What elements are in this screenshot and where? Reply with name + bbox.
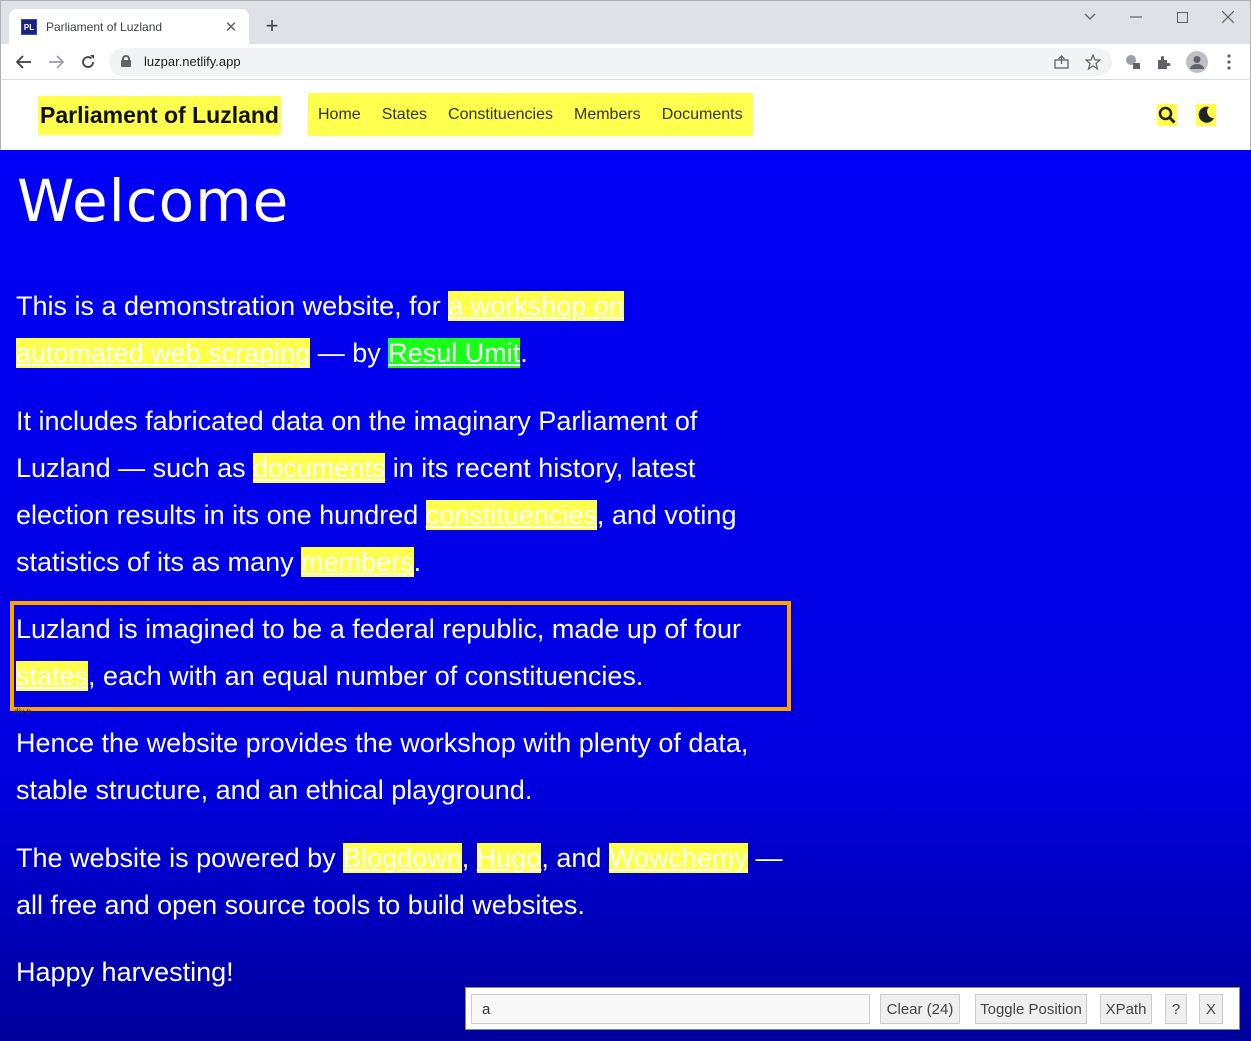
url-text: luzpar.netlify.app (144, 54, 241, 69)
period-text: . (520, 338, 528, 368)
nav-states[interactable]: States (382, 106, 427, 124)
data-paragraph: It includes fabricated data on the imagi… (16, 398, 791, 586)
wowchemy-link[interactable]: Wowchemy (608, 843, 748, 873)
maximize-window-icon[interactable] (1159, 5, 1205, 29)
share-icon[interactable] (1051, 52, 1071, 72)
address-bar[interactable]: luzpar.netlify.app (109, 48, 1112, 76)
intro-paragraph: This is a demonstration website, for a w… (16, 283, 791, 377)
nav-documents[interactable]: Documents (662, 106, 743, 124)
federal-text-2: , each with an equal number of constitue… (88, 661, 644, 691)
federal-text-1: Luzland is imagined to be a federal repu… (16, 614, 741, 644)
selector-gadget-extension-icon[interactable] (1122, 51, 1144, 73)
author-link[interactable]: Resul Umit (388, 338, 521, 368)
new-tab-button[interactable]: + (259, 13, 285, 39)
browser-tab[interactable]: PL Parliament of Luzland ✕ (9, 9, 249, 45)
purpose-paragraph: Hence the website provides the workshop … (16, 728, 749, 805)
minimize-window-icon[interactable] (1113, 5, 1159, 29)
data-text-4: . (413, 547, 422, 577)
site-favicon-icon: PL (21, 19, 37, 35)
clear-button[interactable]: Clear (24) (880, 994, 960, 1024)
main-content: Welcome This is a demonstration website,… (0, 150, 1251, 1041)
search-icon[interactable] (1157, 104, 1177, 126)
documents-link[interactable]: documents (253, 453, 386, 483)
tools-paragraph: The website is powered by Blogdown, Hugo… (16, 835, 791, 929)
page-title: Welcome (17, 167, 290, 235)
tab-search-icon[interactable] (1067, 5, 1113, 29)
site-header: Parliament of Luzland Home States Consti… (0, 80, 1251, 150)
hugo-link[interactable]: Hugo (476, 843, 542, 873)
toggle-position-button[interactable]: Toggle Position (975, 994, 1087, 1024)
xpath-button[interactable]: XPath (1100, 994, 1152, 1024)
nav-members[interactable]: Members (574, 106, 641, 124)
tools-text-3: , and (541, 843, 609, 873)
forward-icon[interactable] (43, 49, 69, 75)
browser-tab-strip: PL Parliament of Luzland ✕ + (0, 0, 1251, 45)
bookmark-star-icon[interactable] (1083, 52, 1103, 72)
selector-highlight-label: div p (14, 707, 31, 716)
browser-toolbar: luzpar.netlify.app (0, 44, 1251, 80)
federal-paragraph: Luzland is imagined to be a federal repu… (16, 606, 791, 700)
profile-avatar-icon[interactable] (1186, 51, 1208, 73)
workshop-link[interactable]: a workshop on (448, 291, 624, 321)
members-link[interactable]: members (301, 547, 414, 577)
tools-text-2: , (461, 843, 477, 873)
intro-text: This is a demonstration website, for (16, 291, 449, 321)
blogdown-link[interactable]: Blogdown (343, 843, 462, 873)
help-button[interactable]: ? (1165, 994, 1187, 1024)
extensions-puzzle-icon[interactable] (1153, 51, 1175, 73)
dark-mode-moon-icon[interactable] (1196, 104, 1216, 126)
lock-icon (121, 55, 131, 67)
browser-menu-icon[interactable] (1218, 51, 1240, 73)
close-window-icon[interactable] (1205, 5, 1251, 29)
constituencies-link[interactable]: constituencies (425, 500, 597, 530)
css-selector-input[interactable] (471, 994, 870, 1024)
site-brand-link[interactable]: Parliament of Luzland (38, 96, 281, 135)
tools-text-1: The website is powered by (16, 843, 344, 873)
nav-constituencies[interactable]: Constituencies (448, 106, 553, 124)
tab-close-icon[interactable]: ✕ (221, 17, 241, 37)
states-link[interactable]: states (16, 661, 89, 691)
back-icon[interactable] (11, 49, 37, 75)
reload-icon[interactable] (75, 49, 101, 75)
workshop-link-continued[interactable]: automated web scraping (16, 338, 311, 368)
selector-gadget-bar: Clear (24) Toggle Position XPath ? X (465, 987, 1240, 1030)
by-text: — by (310, 338, 389, 368)
nav-home[interactable]: Home (318, 106, 361, 124)
close-gadget-button[interactable]: X (1199, 994, 1223, 1024)
tab-title: Parliament of Luzland (46, 20, 163, 34)
main-nav: Home States Constituencies Members Docum… (308, 93, 753, 136)
